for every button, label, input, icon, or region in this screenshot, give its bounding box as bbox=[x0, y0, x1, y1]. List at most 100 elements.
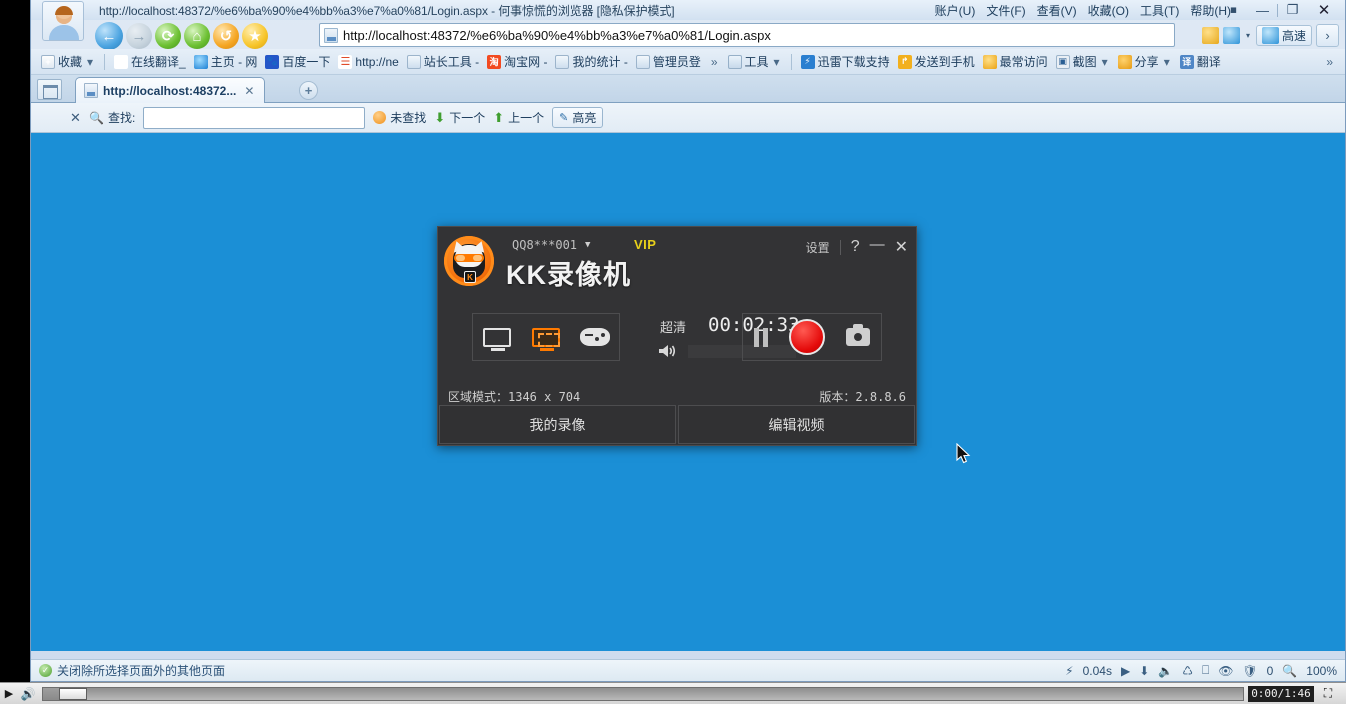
avatar-body bbox=[49, 25, 79, 40]
search-icon: 🔍 bbox=[89, 110, 104, 125]
menu-favorite[interactable]: 收藏(O) bbox=[1088, 2, 1129, 19]
fullscreen-button[interactable]: ⛶ bbox=[1316, 686, 1340, 702]
kk-quality-label[interactable]: 超清 bbox=[660, 317, 686, 336]
taobao-icon: 淘 bbox=[487, 54, 502, 69]
toolbar-label: 迅雷下载支持 bbox=[817, 55, 890, 69]
find-label-group: 🔍 查找: bbox=[89, 109, 135, 126]
speed-mode-button[interactable]: 高速 bbox=[1255, 24, 1312, 46]
find-bar: ✕ 🔍 查找: 未查找 ⬇ 下一个 ⬆ 上一个 ✎ 高亮 bbox=[31, 103, 1345, 133]
volume-icon[interactable] bbox=[658, 344, 676, 358]
bookmark-label: 主页 - 网 bbox=[210, 55, 258, 69]
tab-list-button[interactable] bbox=[37, 79, 62, 100]
window-icon[interactable]: ⎕ bbox=[1202, 663, 1209, 678]
back-button[interactable]: ← bbox=[95, 22, 123, 50]
kk-mode-full-screen[interactable] bbox=[480, 322, 514, 352]
seek-bar[interactable] bbox=[42, 686, 1244, 701]
divider bbox=[790, 53, 792, 70]
bookmark-webmaster-tools[interactable]: 站长工具 - bbox=[403, 51, 483, 72]
kk-vip-badge[interactable]: VIP bbox=[634, 237, 656, 252]
kk-close-button[interactable]: ✕ bbox=[895, 237, 908, 257]
minimize-button[interactable]: — bbox=[1248, 1, 1277, 20]
bookmark-add-favorite[interactable]: + 收藏 ▾ bbox=[37, 51, 99, 72]
history-button[interactable]: ↺ bbox=[213, 23, 239, 49]
toolbar-overflow-icon[interactable]: » bbox=[1320, 55, 1339, 69]
find-close-button[interactable]: ✕ bbox=[70, 110, 81, 126]
camera-icon[interactable] bbox=[846, 324, 871, 346]
bookmarks-overflow-icon[interactable]: » bbox=[705, 55, 724, 69]
bookmark-label: 管理员登 bbox=[652, 55, 701, 69]
toolbar-label: 工具 bbox=[744, 55, 769, 69]
thunder-icon: ⚡ bbox=[800, 54, 815, 69]
toolbox-icon bbox=[727, 54, 742, 69]
kk-my-recordings-button[interactable]: 我的录像 bbox=[439, 405, 676, 444]
close-button[interactable]: ✕ bbox=[1307, 1, 1341, 20]
restore-button[interactable]: ❐ bbox=[1278, 1, 1307, 20]
address-bar[interactable]: http://localhost:48372/%e6%ba%90%e4%bb%a… bbox=[319, 23, 1175, 47]
kk-minimize-button[interactable]: — bbox=[870, 236, 885, 253]
globe-icon[interactable] bbox=[1222, 26, 1240, 44]
toolbar-send-to-phone[interactable]: ↱ 发送到手机 bbox=[894, 51, 979, 72]
zoom-level[interactable]: 100% bbox=[1306, 664, 1337, 678]
menu-tools[interactable]: 工具(T) bbox=[1140, 2, 1179, 19]
chart-icon: ☰ bbox=[338, 54, 353, 69]
user-avatar-button[interactable] bbox=[42, 1, 84, 41]
menu-file[interactable]: 文件(F) bbox=[986, 2, 1025, 19]
kk-edit-video-button[interactable]: 编辑视频 bbox=[678, 405, 915, 444]
kk-record-button[interactable] bbox=[788, 319, 825, 355]
reload-button[interactable]: ⟳ bbox=[155, 23, 181, 49]
skin-icon[interactable]: ⏹ bbox=[1219, 1, 1248, 20]
toolbar-tools[interactable]: 工具 ▾ bbox=[724, 51, 786, 72]
new-tab-button[interactable]: + bbox=[299, 81, 318, 100]
toolbar-thunder-download[interactable]: ⚡ 迅雷下载支持 bbox=[797, 51, 894, 72]
kk-mode-game[interactable] bbox=[578, 322, 612, 352]
kk-help-button[interactable]: ? bbox=[851, 238, 860, 256]
chevron-down-icon[interactable]: ▾ bbox=[1244, 31, 1252, 40]
volume-icon[interactable]: 🔊 bbox=[18, 687, 38, 701]
zoom-icon[interactable]: 🔍 bbox=[1282, 664, 1297, 678]
chevron-down-icon: ▾ bbox=[87, 54, 94, 69]
bookmark-homepage[interactable]: 主页 - 网 bbox=[190, 51, 262, 72]
seek-thumb[interactable] bbox=[59, 687, 87, 700]
toolbar-screenshot[interactable]: ▣ 截图 ▾ bbox=[1052, 51, 1114, 72]
bookmark-baidu[interactable]: 🐾 百度一下 bbox=[261, 51, 334, 72]
home-button[interactable]: ⌂ bbox=[184, 23, 210, 49]
toolbar-translate[interactable]: 译 翻译 bbox=[1176, 51, 1225, 72]
shield-icon[interactable] bbox=[1201, 26, 1219, 44]
bookmark-admin-login[interactable]: 管理员登 bbox=[632, 51, 705, 72]
bookmark-my-stats[interactable]: 我的统计 - bbox=[551, 51, 631, 72]
go-button[interactable]: › bbox=[1316, 23, 1339, 47]
shield-icon[interactable]: 🛡 bbox=[1242, 664, 1257, 678]
find-prev-button[interactable]: ⬆ 上一个 bbox=[493, 109, 544, 126]
bookmark-ne[interactable]: ☰ http://ne bbox=[334, 51, 402, 72]
kk-mode-region[interactable] bbox=[529, 322, 563, 352]
close-icon[interactable]: ✕ bbox=[244, 84, 254, 98]
toolbar-frequent-sites[interactable]: 最常访问 bbox=[979, 51, 1052, 72]
download-icon[interactable]: ⬇ bbox=[1139, 664, 1149, 678]
kk-account-menu[interactable]: QQ8***001 ▼ bbox=[512, 238, 590, 252]
forward-button[interactable]: → bbox=[126, 23, 152, 49]
address-input[interactable]: http://localhost:48372/%e6%ba%90%e4%bb%a… bbox=[343, 28, 771, 43]
page-icon bbox=[555, 54, 570, 69]
find-next-button[interactable]: ⬇ 下一个 bbox=[434, 109, 485, 126]
kk-pause-button[interactable] bbox=[753, 327, 768, 347]
favorite-button[interactable]: ★ bbox=[242, 23, 268, 49]
find-highlight-button[interactable]: ✎ 高亮 bbox=[552, 107, 604, 128]
play-button[interactable]: ▶ bbox=[0, 687, 18, 700]
bookmark-label: 百度一下 bbox=[282, 55, 331, 69]
cursor-mode-icon[interactable]: ▶ bbox=[1121, 664, 1130, 678]
chevron-down-icon: ▾ bbox=[773, 54, 780, 69]
bookmark-translate[interactable]: y 在线翻译_ bbox=[110, 51, 190, 72]
kk-logo-icon: K bbox=[444, 236, 494, 286]
trash-icon[interactable]: ♺ bbox=[1182, 664, 1193, 678]
menu-account[interactable]: 账户(U) bbox=[935, 2, 976, 19]
kk-settings-button[interactable]: 设置 bbox=[806, 239, 830, 256]
find-input[interactable] bbox=[143, 106, 366, 129]
bookmark-taobao[interactable]: 淘 淘宝网 - bbox=[483, 51, 551, 72]
eye-icon[interactable]: 👁 bbox=[1218, 664, 1233, 678]
toolbar-share[interactable]: 分享 ▾ bbox=[1114, 51, 1176, 72]
menu-view[interactable]: 查看(V) bbox=[1037, 2, 1077, 19]
tab-localhost[interactable]: http://localhost:48372... ✕ bbox=[75, 77, 266, 103]
chevron-down-icon: ▾ bbox=[1163, 54, 1170, 69]
check-icon: ✓ bbox=[39, 664, 52, 677]
volume-icon[interactable]: 🔈 bbox=[1158, 664, 1173, 678]
